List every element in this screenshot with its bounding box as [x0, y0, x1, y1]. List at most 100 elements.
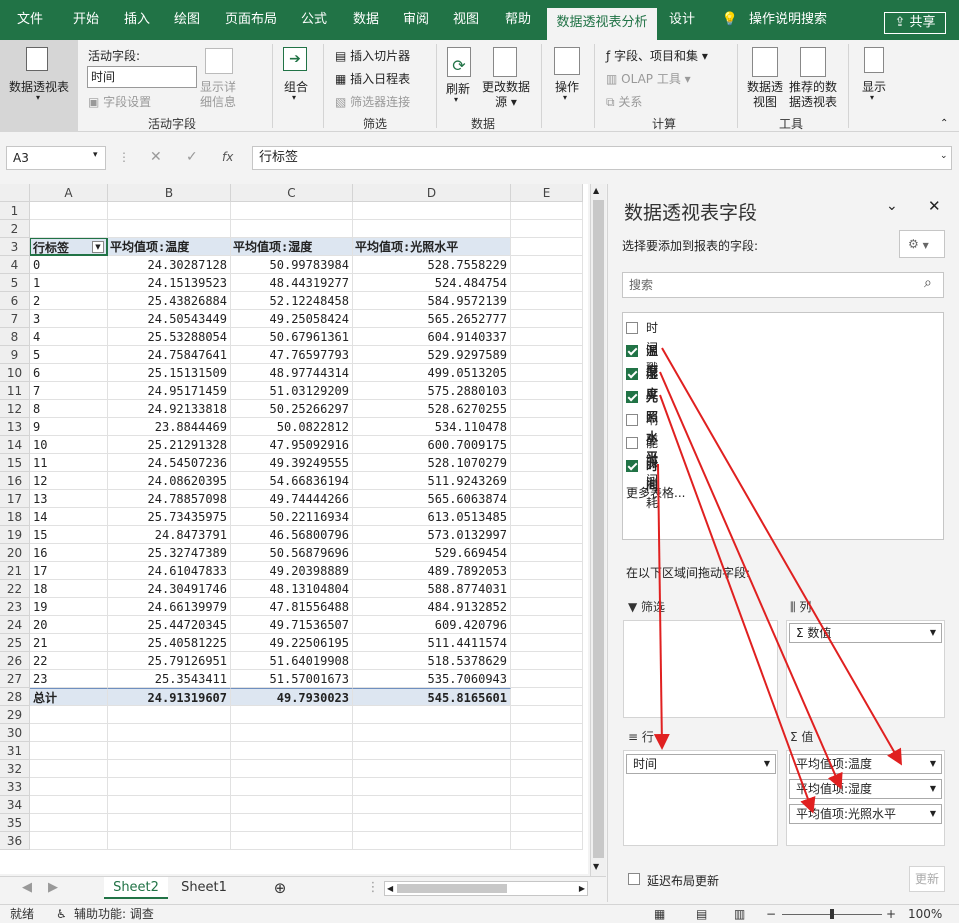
pivot-value-cell[interactable]: 50.22116934	[231, 508, 353, 526]
sheet-cell[interactable]	[30, 832, 108, 850]
filter-zone[interactable]	[623, 620, 778, 718]
pivot-value-cell[interactable]: 49.20398889	[231, 562, 353, 580]
pivot-row-label[interactable]: 9	[30, 418, 108, 436]
vertical-scroll-thumb[interactable]	[593, 200, 604, 858]
zoom-level[interactable]: 100%	[908, 905, 942, 923]
sheet-cell[interactable]	[511, 292, 583, 310]
sheet-cell[interactable]	[353, 724, 511, 742]
sheet-cell[interactable]	[511, 598, 583, 616]
sheet-cell[interactable]	[30, 814, 108, 832]
tab-formulas[interactable]: 公式	[292, 0, 336, 40]
pivot-value-cell[interactable]: 54.66836194	[231, 472, 353, 490]
more-tables-link[interactable]: 更多表格...	[626, 484, 685, 501]
row-header[interactable]: 10	[0, 364, 30, 382]
row-header[interactable]: 20	[0, 544, 30, 562]
pivot-row-label[interactable]: 15	[30, 526, 108, 544]
row-header[interactable]: 33	[0, 778, 30, 796]
sheet-cell[interactable]	[511, 616, 583, 634]
row-header[interactable]: 22	[0, 580, 30, 598]
pivot-value-cell[interactable]: 25.73435975	[108, 508, 231, 526]
accessibility-status[interactable]: 辅助功能: 调查	[74, 905, 154, 923]
field-checkbox[interactable]	[626, 322, 638, 334]
pivot-value-cell[interactable]: 24.61047833	[108, 562, 231, 580]
pivot-value-cell[interactable]: 565.6063874	[353, 490, 511, 508]
pivot-value-cell[interactable]: 24.50543449	[108, 310, 231, 328]
scroll-up-icon[interactable]: ▲	[593, 186, 599, 195]
column-header[interactable]: E	[511, 184, 583, 202]
sheet-cell[interactable]	[511, 526, 583, 544]
tab-pivot-analyze[interactable]: 数据透视表分析	[547, 8, 657, 40]
value-chip-humidity[interactable]: 平均值项:湿度 ▼	[789, 779, 942, 799]
pivot-value-cell[interactable]: 48.13104804	[231, 580, 353, 598]
sheet-cell[interactable]	[231, 814, 353, 832]
sheet-cell[interactable]	[511, 670, 583, 688]
relationships-button[interactable]: ⧉ 关系	[606, 93, 642, 110]
row-header[interactable]: 25	[0, 634, 30, 652]
pivot-value-cell[interactable]: 51.03129209	[231, 382, 353, 400]
pivot-value-cell[interactable]: 24.95171459	[108, 382, 231, 400]
value-chip-light[interactable]: 平均值项:光照水平 ▼	[789, 804, 942, 824]
pivot-row-label[interactable]: 0	[30, 256, 108, 274]
sheet-cell[interactable]	[353, 706, 511, 724]
pivot-value-cell[interactable]: 524.484754	[353, 274, 511, 292]
row-header[interactable]: 29	[0, 706, 30, 724]
sheet-cell[interactable]	[108, 202, 231, 220]
row-header[interactable]: 6	[0, 292, 30, 310]
row-header[interactable]: 3	[0, 238, 30, 256]
scroll-left-icon[interactable]: ◀	[387, 882, 393, 895]
sheet-cell[interactable]	[511, 796, 583, 814]
pivot-value-cell[interactable]: 499.0513205	[353, 364, 511, 382]
zoom-in-icon[interactable]: +	[886, 905, 896, 923]
tab-view[interactable]: 视图	[444, 0, 488, 40]
grand-total-label[interactable]: 总计	[30, 688, 108, 706]
enter-check-icon[interactable]: ✓	[186, 149, 198, 165]
pivot-value-cell[interactable]: 52.12248458	[231, 292, 353, 310]
pivot-row-label[interactable]: 21	[30, 634, 108, 652]
sheet-cell[interactable]	[231, 742, 353, 760]
pivot-value-cell[interactable]: 48.97744314	[231, 364, 353, 382]
row-header[interactable]: 7	[0, 310, 30, 328]
pivot-value-cell[interactable]: 24.66139979	[108, 598, 231, 616]
pivot-row-label[interactable]: 14	[30, 508, 108, 526]
pivot-value-cell[interactable]: 49.22506195	[231, 634, 353, 652]
row-header[interactable]: 14	[0, 436, 30, 454]
sheet-cell[interactable]	[511, 238, 583, 256]
sheet-cell[interactable]	[511, 454, 583, 472]
sheet-cell[interactable]	[511, 778, 583, 796]
field-settings-button[interactable]: ▣ 字段设置	[88, 93, 151, 110]
pivot-row-label[interactable]: 2	[30, 292, 108, 310]
pivot-value-cell[interactable]: 50.67961361	[231, 328, 353, 346]
normal-view-icon[interactable]: ▦	[654, 905, 665, 923]
sheet-cell[interactable]	[108, 814, 231, 832]
sheet-cell[interactable]	[511, 328, 583, 346]
row-header[interactable]: 36	[0, 832, 30, 850]
pivot-column-header[interactable]: 平均值项:温度	[108, 238, 231, 256]
sheet-cell[interactable]	[231, 760, 353, 778]
pivot-value-cell[interactable]: 47.76597793	[231, 346, 353, 364]
pivot-row-label[interactable]: 3	[30, 310, 108, 328]
pivot-value-cell[interactable]: 24.78857098	[108, 490, 231, 508]
row-header[interactable]: 2	[0, 220, 30, 238]
row-header[interactable]: 34	[0, 796, 30, 814]
row-header[interactable]: 30	[0, 724, 30, 742]
pivot-value-cell[interactable]: 24.54507236	[108, 454, 231, 472]
sheet-cell[interactable]	[108, 220, 231, 238]
pivot-row-label[interactable]: 8	[30, 400, 108, 418]
sheet-cell[interactable]	[511, 382, 583, 400]
pivot-row-label[interactable]: 11	[30, 454, 108, 472]
field-checkbox[interactable]	[626, 460, 638, 472]
pane-options-chevron-icon[interactable]: ⌄	[886, 198, 898, 214]
row-header[interactable]: 21	[0, 562, 30, 580]
sheet-cell[interactable]	[353, 220, 511, 238]
pivot-value-cell[interactable]: 25.15131509	[108, 364, 231, 382]
pivot-value-cell[interactable]: 518.5378629	[353, 652, 511, 670]
page-break-icon[interactable]: ▥	[734, 905, 745, 923]
formula-input[interactable]: 行标签	[252, 146, 952, 170]
pivot-row-label[interactable]: 23	[30, 670, 108, 688]
pivot-row-label[interactable]: 16	[30, 544, 108, 562]
sheet-cell[interactable]	[511, 364, 583, 382]
tab-insert[interactable]: 插入	[114, 0, 160, 40]
sheet-cell[interactable]	[511, 346, 583, 364]
sheet-cell[interactable]	[30, 760, 108, 778]
pivot-value-cell[interactable]: 24.15139523	[108, 274, 231, 292]
